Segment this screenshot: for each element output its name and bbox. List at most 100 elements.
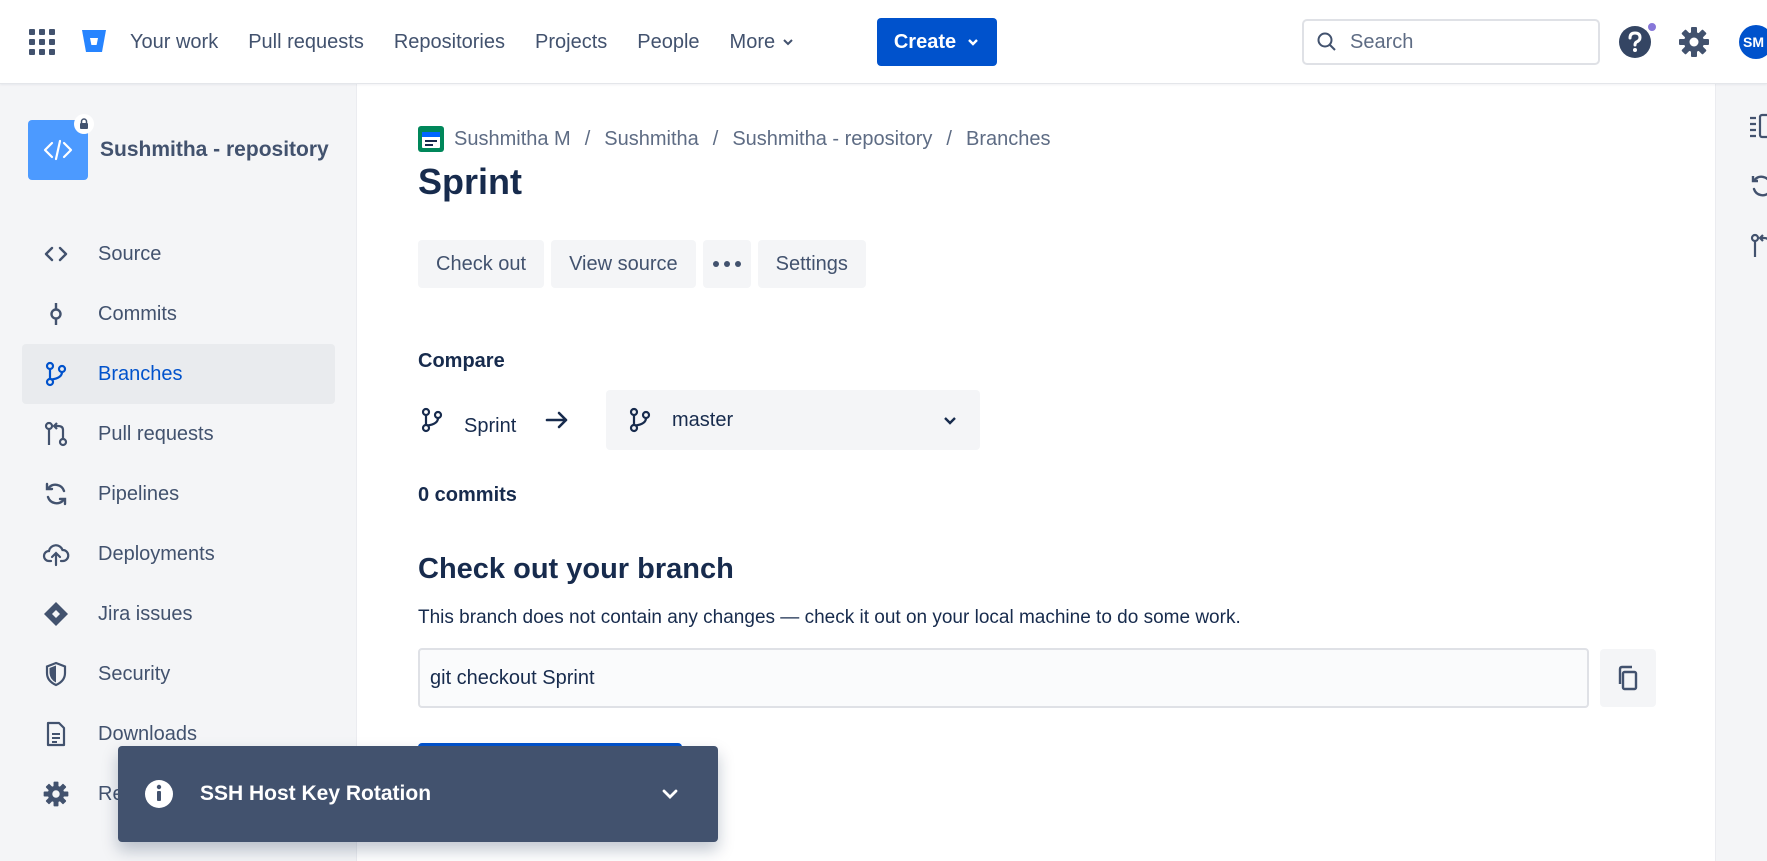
sidebar-item-label: Commits	[98, 302, 177, 325]
breadcrumb: Sushmitha M / Sushmitha / Sushmitha - re…	[418, 126, 1050, 152]
settings-gear-icon[interactable]	[1677, 25, 1711, 59]
arrow-right-icon	[545, 411, 568, 429]
branch-icon	[421, 407, 443, 433]
bitbucket-logo-icon[interactable]	[80, 27, 108, 55]
check-out-button[interactable]: Check out	[418, 240, 545, 288]
breadcrumb-branches[interactable]: Branches	[966, 128, 1051, 151]
sidebar-item-source[interactable]: Source	[22, 224, 335, 284]
target-branch-name: master	[672, 408, 734, 431]
checkout-section-description: This branch does not contain any changes…	[418, 607, 1241, 628]
copy-command-button[interactable]	[1600, 649, 1656, 707]
page-title: Sprint	[418, 161, 522, 202]
nav-projects[interactable]: Projects	[535, 31, 607, 54]
refresh-icon[interactable]	[1748, 172, 1767, 200]
sidebar-nav: Source Commits Branches Pull requests Pi…	[22, 224, 335, 824]
sidebar-item-label: Downloads	[98, 722, 197, 745]
breadcrumb-separator: /	[946, 127, 952, 150]
nav-your-work-label: Your work	[130, 30, 219, 53]
search-icon	[1317, 32, 1336, 51]
cloud-upload-icon	[42, 544, 70, 567]
repo-avatar	[28, 114, 94, 180]
panel-toggle-icon[interactable]	[1748, 112, 1767, 140]
nav-people[interactable]: People	[637, 31, 699, 54]
chevron-down-icon	[968, 39, 978, 46]
nav-more-label: More	[729, 30, 776, 53]
shield-icon	[45, 661, 67, 687]
pull-request-icon[interactable]	[1748, 232, 1767, 260]
checkout-command-field[interactable]: git checkout Sprint	[418, 648, 1589, 708]
compare-row: Sprint master	[418, 390, 980, 450]
repo-name: Sushmitha - repository	[100, 138, 329, 161]
sidebar-item-commits[interactable]: Commits	[22, 284, 335, 344]
pull-request-icon	[44, 421, 68, 447]
nav-pull-requests[interactable]: Pull requests	[248, 31, 364, 54]
more-actions-button[interactable]	[702, 240, 751, 288]
branch-icon	[629, 407, 651, 433]
nav-people-label: People	[637, 30, 700, 53]
chevron-down-icon[interactable]	[660, 784, 680, 804]
target-branch-select[interactable]: master	[606, 390, 980, 450]
top-navigation: Your work Pull requests Repositories Pro…	[0, 0, 1767, 84]
breadcrumb-separator: /	[584, 127, 591, 150]
main-nav: Your work Pull requests Repositories Pro…	[130, 0, 825, 84]
sidebar-item-pull-requests[interactable]: Pull requests	[22, 404, 335, 464]
nav-projects-label: Projects	[535, 30, 608, 53]
create-button-label: Create	[893, 30, 957, 53]
branch-actions: Check out View source Settings	[418, 240, 873, 288]
repo-header[interactable]: Sushmitha - repository	[28, 114, 329, 180]
nav-pull-requests-label: Pull requests	[248, 30, 364, 53]
view-source-button[interactable]: View source	[551, 240, 696, 288]
user-avatar[interactable]: SM	[1739, 25, 1767, 59]
commit-icon	[50, 303, 62, 325]
compare-label: Compare	[418, 350, 505, 372]
search-input[interactable]	[1350, 30, 1570, 54]
sidebar-item-label: Pull requests	[98, 422, 214, 445]
sidebar-item-security[interactable]: Security	[22, 644, 335, 704]
right-side-panel	[1715, 84, 1767, 861]
nav-repositories-label: Repositories	[393, 30, 505, 53]
breadcrumb-workspace[interactable]: Sushmitha M	[454, 128, 571, 151]
commits-count: 0 commits	[418, 484, 517, 506]
flag-title: SSH Host Key Rotation	[200, 782, 432, 805]
sidebar-item-label: Source	[98, 242, 162, 265]
sidebar-item-label: Branches	[98, 362, 183, 385]
jira-icon	[44, 602, 68, 626]
sidebar-item-jira-issues[interactable]: Jira issues	[22, 584, 335, 644]
sidebar-item-deployments[interactable]: Deployments	[22, 524, 335, 584]
sidebar-item-label: Deployments	[98, 542, 215, 565]
sidebar-item-label: Pipelines	[98, 482, 180, 505]
info-icon	[145, 780, 173, 808]
sidebar-item-label: Security	[98, 662, 171, 685]
breadcrumb-repository[interactable]: Sushmitha - repository	[732, 128, 932, 151]
more-dots-icon	[712, 261, 741, 267]
ssh-host-key-rotation-flag[interactable]: SSH Host Key Rotation	[118, 746, 718, 842]
code-brackets-icon	[43, 139, 73, 161]
search-box[interactable]	[1302, 19, 1600, 65]
app-switcher-icon[interactable]	[28, 28, 56, 56]
breadcrumb-project[interactable]: Sushmitha	[604, 128, 699, 151]
pipelines-icon	[45, 482, 67, 506]
file-icon	[46, 721, 66, 747]
lock-icon	[74, 114, 94, 134]
copy-icon	[1618, 665, 1638, 691]
avatar-initials: SM	[1743, 34, 1764, 50]
checkout-section-title: Check out your branch	[418, 553, 734, 585]
create-button[interactable]: Create	[877, 18, 997, 66]
chevron-down-icon	[783, 39, 793, 46]
gear-icon	[43, 781, 69, 807]
chevron-down-icon	[944, 417, 956, 425]
code-icon	[44, 246, 68, 262]
breadcrumb-separator: /	[712, 127, 719, 150]
sidebar-item-label: Jira issues	[98, 602, 193, 625]
settings-button[interactable]: Settings	[757, 240, 866, 288]
sidebar-item-pipelines[interactable]: Pipelines	[22, 464, 335, 524]
sidebar-item-branches[interactable]: Branches	[22, 344, 335, 404]
nav-more-dropdown[interactable]: More	[730, 31, 796, 54]
workspace-icon	[418, 126, 444, 152]
notification-dot	[1646, 21, 1658, 33]
sidebar: Sushmitha - repository Source Commits Br…	[0, 84, 357, 861]
source-branch-name: Sprint	[464, 414, 517, 437]
nav-repositories[interactable]: Repositories	[394, 31, 505, 54]
nav-your-work[interactable]: Your work	[130, 31, 218, 54]
branch-icon	[45, 361, 67, 387]
